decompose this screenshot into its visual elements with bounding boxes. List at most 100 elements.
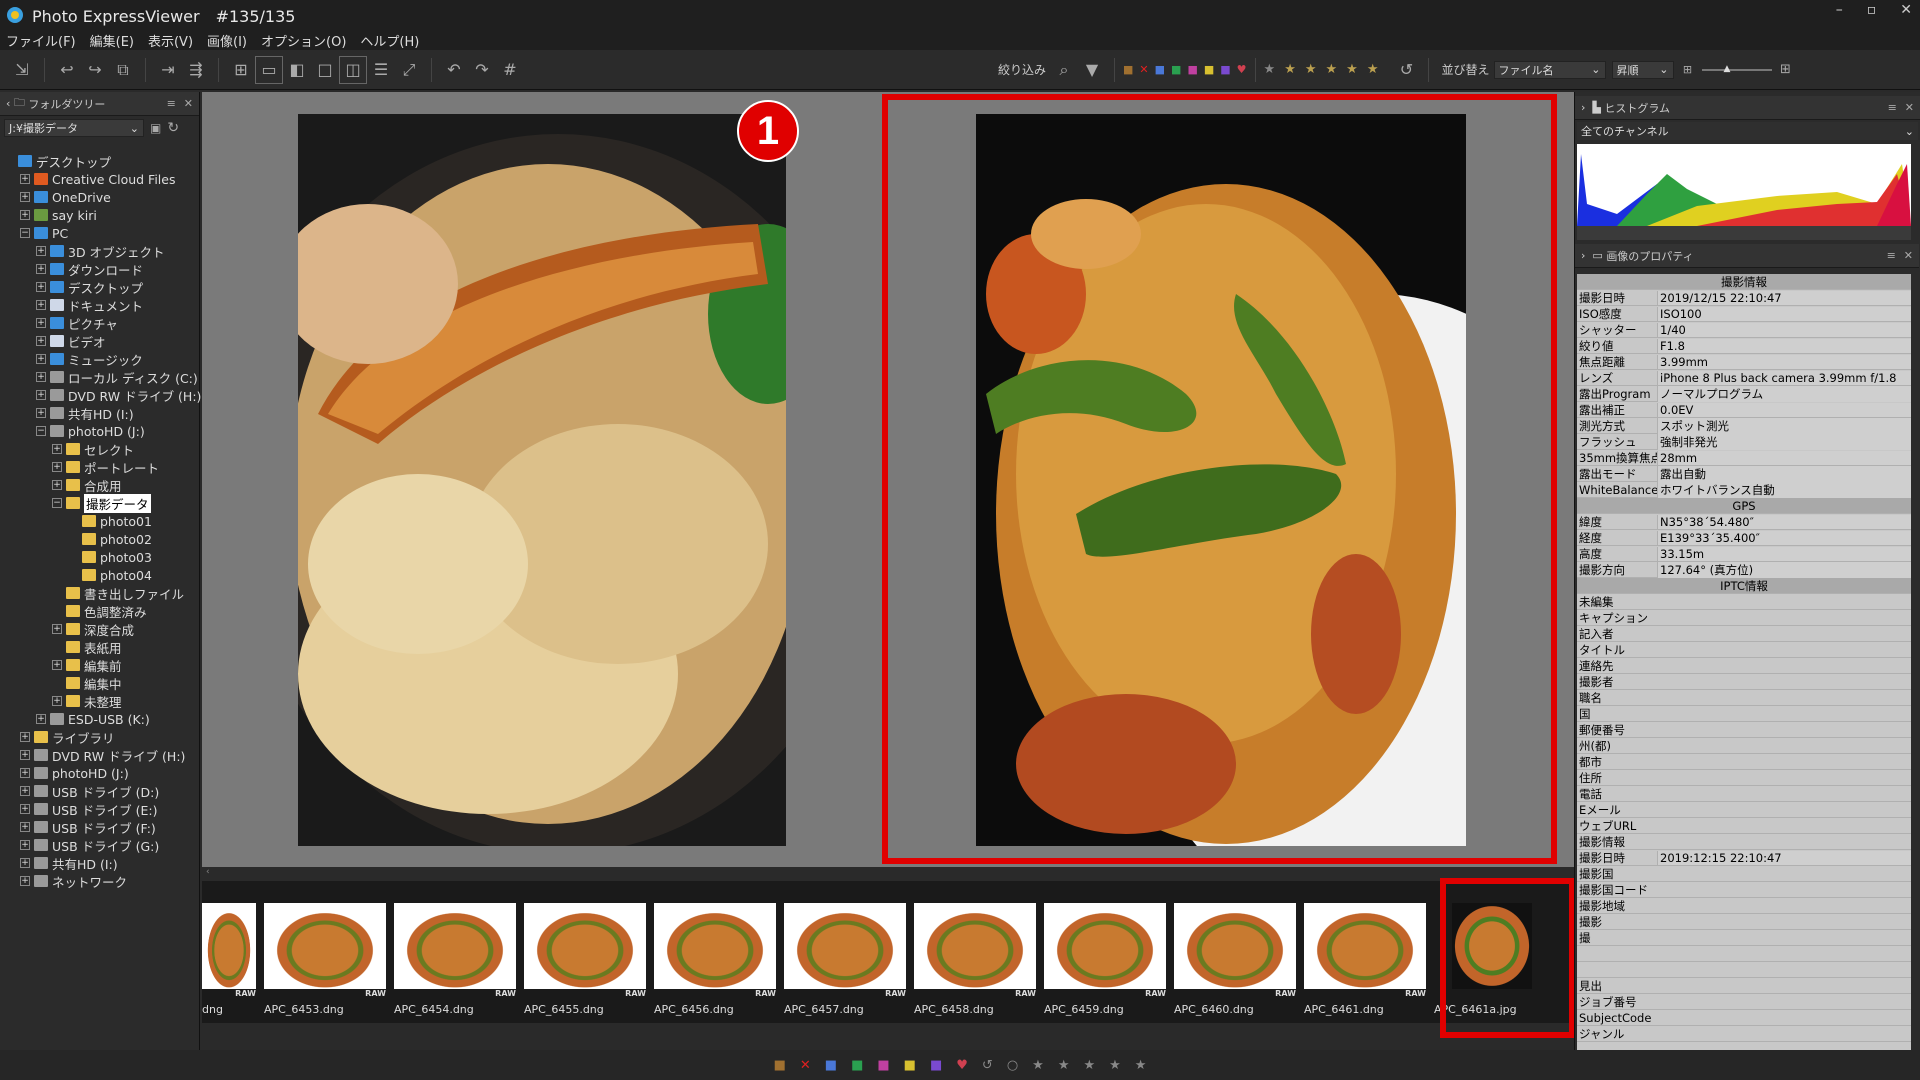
menu-file[interactable]: ファイル(F) [6,31,76,50]
expand-toggle-icon[interactable]: + [20,768,30,778]
property-row[interactable]: 高度 33.15m [1577,546,1911,562]
property-row[interactable]: 撮影国 [1577,866,1911,882]
label-magenta-icon[interactable]: ■ [1187,63,1197,76]
tree-item[interactable]: + USB ドライブ (E:) [0,800,200,818]
expand-toggle-icon[interactable]: + [20,750,30,760]
tree-item[interactable]: + 共有HD (I:) [0,854,200,872]
tree-item[interactable]: + ESD-USB (K:) [0,710,200,728]
tree-item[interactable]: + ダウンロード [0,260,200,278]
grid-overlay-icon[interactable]: # [496,56,524,84]
tree-item[interactable]: + ビデオ [0,332,200,350]
expand-toggle-icon[interactable]: + [52,462,62,472]
tree-item[interactable]: + USB ドライブ (G:) [0,836,200,854]
tree-item[interactable]: 表紙用 [0,638,200,656]
tree-item[interactable]: + 共有HD (I:) [0,404,200,422]
tree-item[interactable]: photo02 [0,530,200,548]
star-1-icon[interactable]: ★ [1284,62,1296,77]
tree-item[interactable]: + say kiri [0,206,200,224]
slider-handle[interactable]: ▲ [1724,64,1731,74]
filmstrip-scroll-top[interactable]: ‹ [202,867,1574,881]
panel-close-icon[interactable]: ✕ [1904,249,1913,262]
tree-item[interactable]: + 深度合成 [0,620,200,638]
rating-star-icon[interactable]: ★ [1058,1058,1070,1073]
label-yellow-icon[interactable]: ■ [904,1058,916,1073]
rotate-left-icon[interactable]: ↶ [440,56,468,84]
property-row[interactable]: 記入者 [1577,626,1911,642]
tree-item[interactable]: + DVD RW ドライブ (H:) [0,746,200,764]
expand-toggle-icon[interactable]: + [36,336,46,346]
expand-toggle-icon[interactable]: − [20,228,30,238]
star-2-icon[interactable]: ★ [1305,62,1317,77]
tree-item[interactable]: 編集中 [0,674,200,692]
tree-item[interactable]: + DVD RW ドライブ (H:) [0,386,201,404]
rating-star-icon[interactable]: ★ [1032,1058,1044,1073]
expand-toggle-icon[interactable]: + [36,318,46,328]
property-row[interactable]: ISO感度 ISO100 [1577,306,1911,322]
tree-item[interactable]: デスクトップ [0,152,200,170]
expand-toggle-icon[interactable]: + [36,390,46,400]
back-icon[interactable]: ↩ [53,56,81,84]
tree-item[interactable]: + 未整理 [0,692,200,710]
menu-options[interactable]: オプション(O) [261,31,346,50]
sort-field-select[interactable]: ファイル名 ⌄ [1493,60,1606,79]
search-icon[interactable]: ⌕ [1050,56,1078,84]
property-row[interactable]: 撮 [1577,930,1911,946]
property-row[interactable]: 都市 [1577,754,1911,770]
property-row[interactable]: 35mm換算焦点 28mm [1577,450,1911,466]
expand-toggle-icon[interactable]: + [36,408,46,418]
property-row[interactable]: 露出モード 露出自動 [1577,465,1911,482]
property-row[interactable]: 絞り値 F1.8 [1577,338,1911,354]
label-none-icon[interactable]: ■ [774,1058,786,1073]
expand-toggle-icon[interactable]: + [36,354,46,364]
expand-toggle-icon[interactable]: + [20,840,30,850]
thumbnail[interactable]: RAW APC_6453.dng [264,903,386,1016]
thumbnail[interactable]: RAW APC_6460.dng [1174,903,1296,1016]
tree-item[interactable]: 色調整済み [0,602,200,620]
filmstrip-view-icon[interactable]: ▭ [255,55,283,84]
panel-menu-icon[interactable]: ≡ [1888,101,1897,114]
property-row[interactable]: レンズ iPhone 8 Plus back camera 3.99mm f/1.… [1577,370,1911,386]
expand-toggle-icon[interactable]: + [36,714,46,724]
star-0-icon[interactable]: ★ [1264,62,1276,77]
property-row[interactable]: 郵便番号 [1577,722,1911,738]
label-yellow-icon[interactable]: ■ [1204,63,1214,76]
undo-icon[interactable]: ↺ [1392,56,1420,84]
expand-toggle-icon[interactable]: + [52,480,62,490]
fullscreen-icon[interactable]: ⤢ [395,56,423,84]
thumbnail[interactable]: RAW APC_6458.dng [914,903,1036,1016]
property-row[interactable]: 州(都) [1577,738,1911,754]
expand-toggle-icon[interactable]: + [52,624,62,634]
tree-item[interactable]: + USB ドライブ (F:) [0,818,200,836]
property-row[interactable]: フラッシュ 強制非発光 [1577,433,1911,450]
tree-item[interactable]: + USB ドライブ (D:) [0,782,200,800]
tree-item[interactable]: + ミュージック [0,350,200,368]
expand-toggle-icon[interactable]: + [52,696,62,706]
label-green-icon[interactable]: ■ [1171,63,1181,76]
property-row[interactable]: 住所 [1577,770,1911,786]
menu-image[interactable]: 画像(I) [207,31,247,50]
tree-item[interactable]: photo03 [0,548,200,566]
expand-toggle-icon[interactable]: + [52,660,62,670]
property-row[interactable]: タイトル [1577,642,1911,658]
expand-toggle-icon[interactable]: + [20,804,30,814]
expand-toggle-icon[interactable]: + [52,444,62,454]
menu-edit[interactable]: 編集(E) [90,31,134,50]
property-row[interactable]: WhiteBalance ホワイトバランス自動 [1577,481,1911,498]
star-5-icon[interactable]: ★ [1367,62,1379,77]
export-icon[interactable]: ⇶ [182,56,210,84]
tree-item[interactable]: + 編集前 [0,656,200,674]
thumbnail[interactable]: RAW APC_6459.dng [1044,903,1166,1016]
tree-item[interactable]: + セレクト [0,440,200,458]
property-row[interactable]: 国 [1577,706,1911,722]
tree-item[interactable]: − 撮影データ [0,493,200,513]
grid-view-icon[interactable]: ⊞ [227,56,255,84]
import-icon[interactable]: ⇲ [8,56,36,84]
rating-star-icon[interactable]: ★ [1083,1058,1095,1073]
label-none-icon[interactable]: ■ [1123,63,1133,76]
tree-item[interactable]: + ネットワーク [0,872,200,890]
refresh-icon[interactable]: ↻ [167,120,179,136]
tree-item[interactable]: + Creative Cloud Files [0,170,200,188]
property-row[interactable]: 焦点距離 3.99mm [1577,354,1911,370]
expand-toggle-icon[interactable]: + [20,876,30,886]
expand-toggle-icon[interactable]: + [36,264,46,274]
